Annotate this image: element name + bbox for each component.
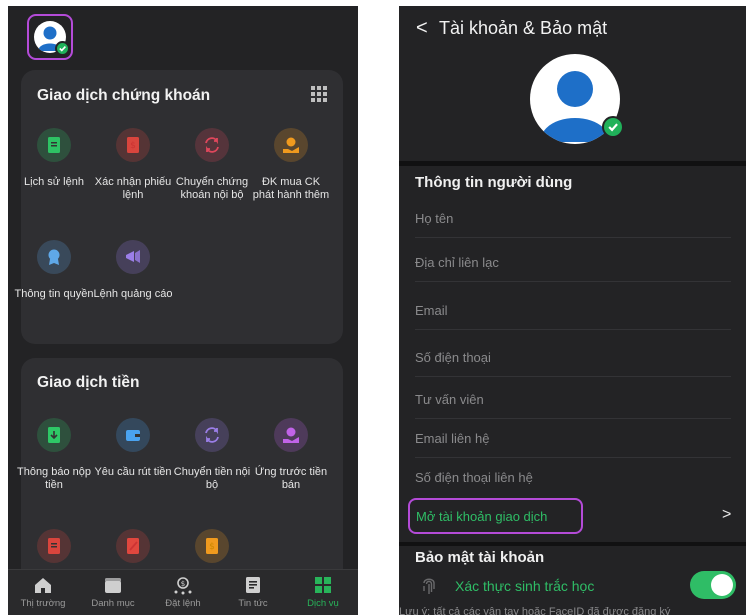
field-label: Email [415, 303, 448, 318]
service-item[interactable] [14, 529, 94, 563]
biometric-toggle[interactable] [690, 571, 736, 599]
tab-label: Dịch vụ [307, 598, 339, 609]
security-title: Bảo mật tài khoản [415, 549, 545, 566]
tab-label: Tin tức [238, 598, 268, 609]
service-item-label: Thông tin quyền [14, 288, 94, 300]
service-item[interactable]: Ứng trước tiền bán [251, 418, 331, 492]
user-info-row: Số điện thoại [415, 338, 731, 377]
section-title-stock: Giao dịch chứng khoán [37, 87, 211, 104]
divider [399, 542, 746, 546]
service-item[interactable]: Lịch sử lệnh [14, 128, 94, 189]
services-screen: Giao dịch chứng khoán Lịch sử lệnh $ Xác n… [8, 6, 358, 615]
user-info-row: Số điện thoại liên hệ [415, 458, 731, 496]
svg-text:$: $ [181, 580, 185, 588]
field-label: Họ tên [415, 211, 454, 226]
service-item-label: Chuyển tiền nội bộ [173, 466, 251, 491]
account-security-screen: < Tài khoản & Bảo mật Thông tin người dù… [399, 6, 746, 615]
chevron-right-icon[interactable]: > [722, 506, 731, 524]
grid-icon [315, 577, 331, 593]
user-info-row: Email liên hệ [415, 419, 731, 458]
order-icon: $ [174, 577, 192, 595]
service-item[interactable]: Thông tin quyền [14, 240, 94, 301]
service-item[interactable]: Chuyển chứng khoán nội bộ [172, 128, 252, 202]
page-title: Tài khoản & Bảo mật [439, 18, 608, 38]
bottom-tab-bar: Thị trường Danh mục $ Đặt lệnh Tin tức Dịch v… [8, 569, 358, 615]
field-label: Email liên hệ [415, 431, 490, 446]
service-item-label: Chuyển chứng khoán nội bộ [175, 176, 249, 201]
transfer-icon [195, 418, 229, 452]
coin-hand-icon [274, 128, 308, 162]
stock-trading-card: Giao dịch chứng khoán Lịch sử lệnh $ Xác n… [15, 70, 343, 344]
tab-label: Thị trường [20, 598, 66, 609]
biometric-note: Lưu ý: tất cả các vân tay hoặc FaceID đã… [399, 606, 671, 615]
service-item[interactable]: Chuyển tiền nội bộ [172, 418, 252, 492]
service-item[interactable] [93, 529, 173, 563]
deposit-icon [37, 418, 71, 452]
user-info-row: Địa chỉ liên lạc [415, 243, 731, 282]
service-item-label: ĐK mua CK phát hành thêm [252, 176, 330, 201]
section-title-cash: Giao dịch tiền [37, 374, 140, 391]
open-trading-account-button[interactable]: Mở tài khoản giao dịch [408, 498, 583, 534]
field-label: Tư vấn viên [415, 392, 484, 407]
tab-order[interactable]: $ Đặt lệnh [148, 574, 218, 609]
news-icon [246, 577, 260, 593]
service-item[interactable]: $ [172, 529, 252, 563]
megaphone-icon [116, 240, 150, 274]
service-item[interactable]: Yêu cầu rút tiền [93, 418, 173, 479]
service-item-label: Lệnh quảng cáo [93, 288, 173, 300]
tab-label: Danh mục [91, 598, 135, 609]
svg-text:$: $ [209, 542, 215, 552]
edit-document-icon [116, 529, 150, 563]
field-label: Địa chỉ liên lạc [415, 255, 499, 270]
service-item-label: Lịch sử lệnh [24, 176, 84, 188]
wallet-icon [116, 418, 150, 452]
field-label: Số điện thoại [415, 350, 491, 365]
fingerprint-icon [423, 578, 435, 594]
svg-text:$: $ [130, 141, 136, 151]
dollar-document-icon: $ [195, 529, 229, 563]
transfer-icon [195, 128, 229, 162]
tab-label: Đặt lệnh [165, 598, 201, 609]
user-info-title: Thông tin người dùng [415, 174, 573, 191]
field-label: Số điện thoại liên hệ [415, 470, 533, 485]
service-item-label: Thông báo nộp tiền [16, 466, 91, 491]
document-icon [37, 529, 71, 563]
cash-trading-card: Giao dịch tiền Thông báo nộp tiền Yêu cầu… [17, 358, 343, 588]
service-item-label: Yêu cầu rút tiền [94, 466, 172, 478]
user-info-row: Email [415, 291, 731, 330]
service-item-label: Ứng trước tiền bán [254, 466, 328, 491]
user-info-row: Tư vấn viên [415, 380, 731, 419]
document-icon [37, 128, 71, 162]
tab-grid[interactable]: Dịch vụ [288, 574, 358, 609]
service-item[interactable]: Lệnh quảng cáo [93, 240, 173, 301]
service-item[interactable]: $ Xác nhận phiếu lệnh [93, 128, 173, 202]
biometric-label: Xác thực sinh trắc học [455, 578, 595, 594]
verified-check-icon [55, 41, 70, 56]
coin-hand-icon [274, 418, 308, 452]
verified-check-icon [602, 116, 624, 138]
badge-icon [37, 240, 71, 274]
service-item-label: Xác nhận phiếu lệnh [94, 176, 172, 201]
service-item[interactable]: Thông báo nộp tiền [14, 418, 94, 492]
receipt-icon: $ [116, 128, 150, 162]
divider [399, 161, 746, 166]
user-info-row: Họ tên [415, 199, 731, 238]
open-account-label: Mở tài khoản giao dịch [416, 509, 548, 524]
folder-icon [105, 578, 121, 593]
header: < Tài khoản & Bảo mật [399, 6, 746, 161]
tab-folder[interactable]: Danh mục [78, 574, 148, 609]
tab-news[interactable]: Tin tức [218, 574, 288, 609]
profile-avatar-button[interactable] [27, 14, 73, 60]
tab-home[interactable]: Thị trường [8, 574, 78, 609]
back-button[interactable]: < [416, 17, 428, 40]
home-icon [35, 578, 51, 593]
grid-menu-icon[interactable] [311, 86, 327, 102]
service-item[interactable]: ĐK mua CK phát hành thêm [251, 128, 331, 202]
